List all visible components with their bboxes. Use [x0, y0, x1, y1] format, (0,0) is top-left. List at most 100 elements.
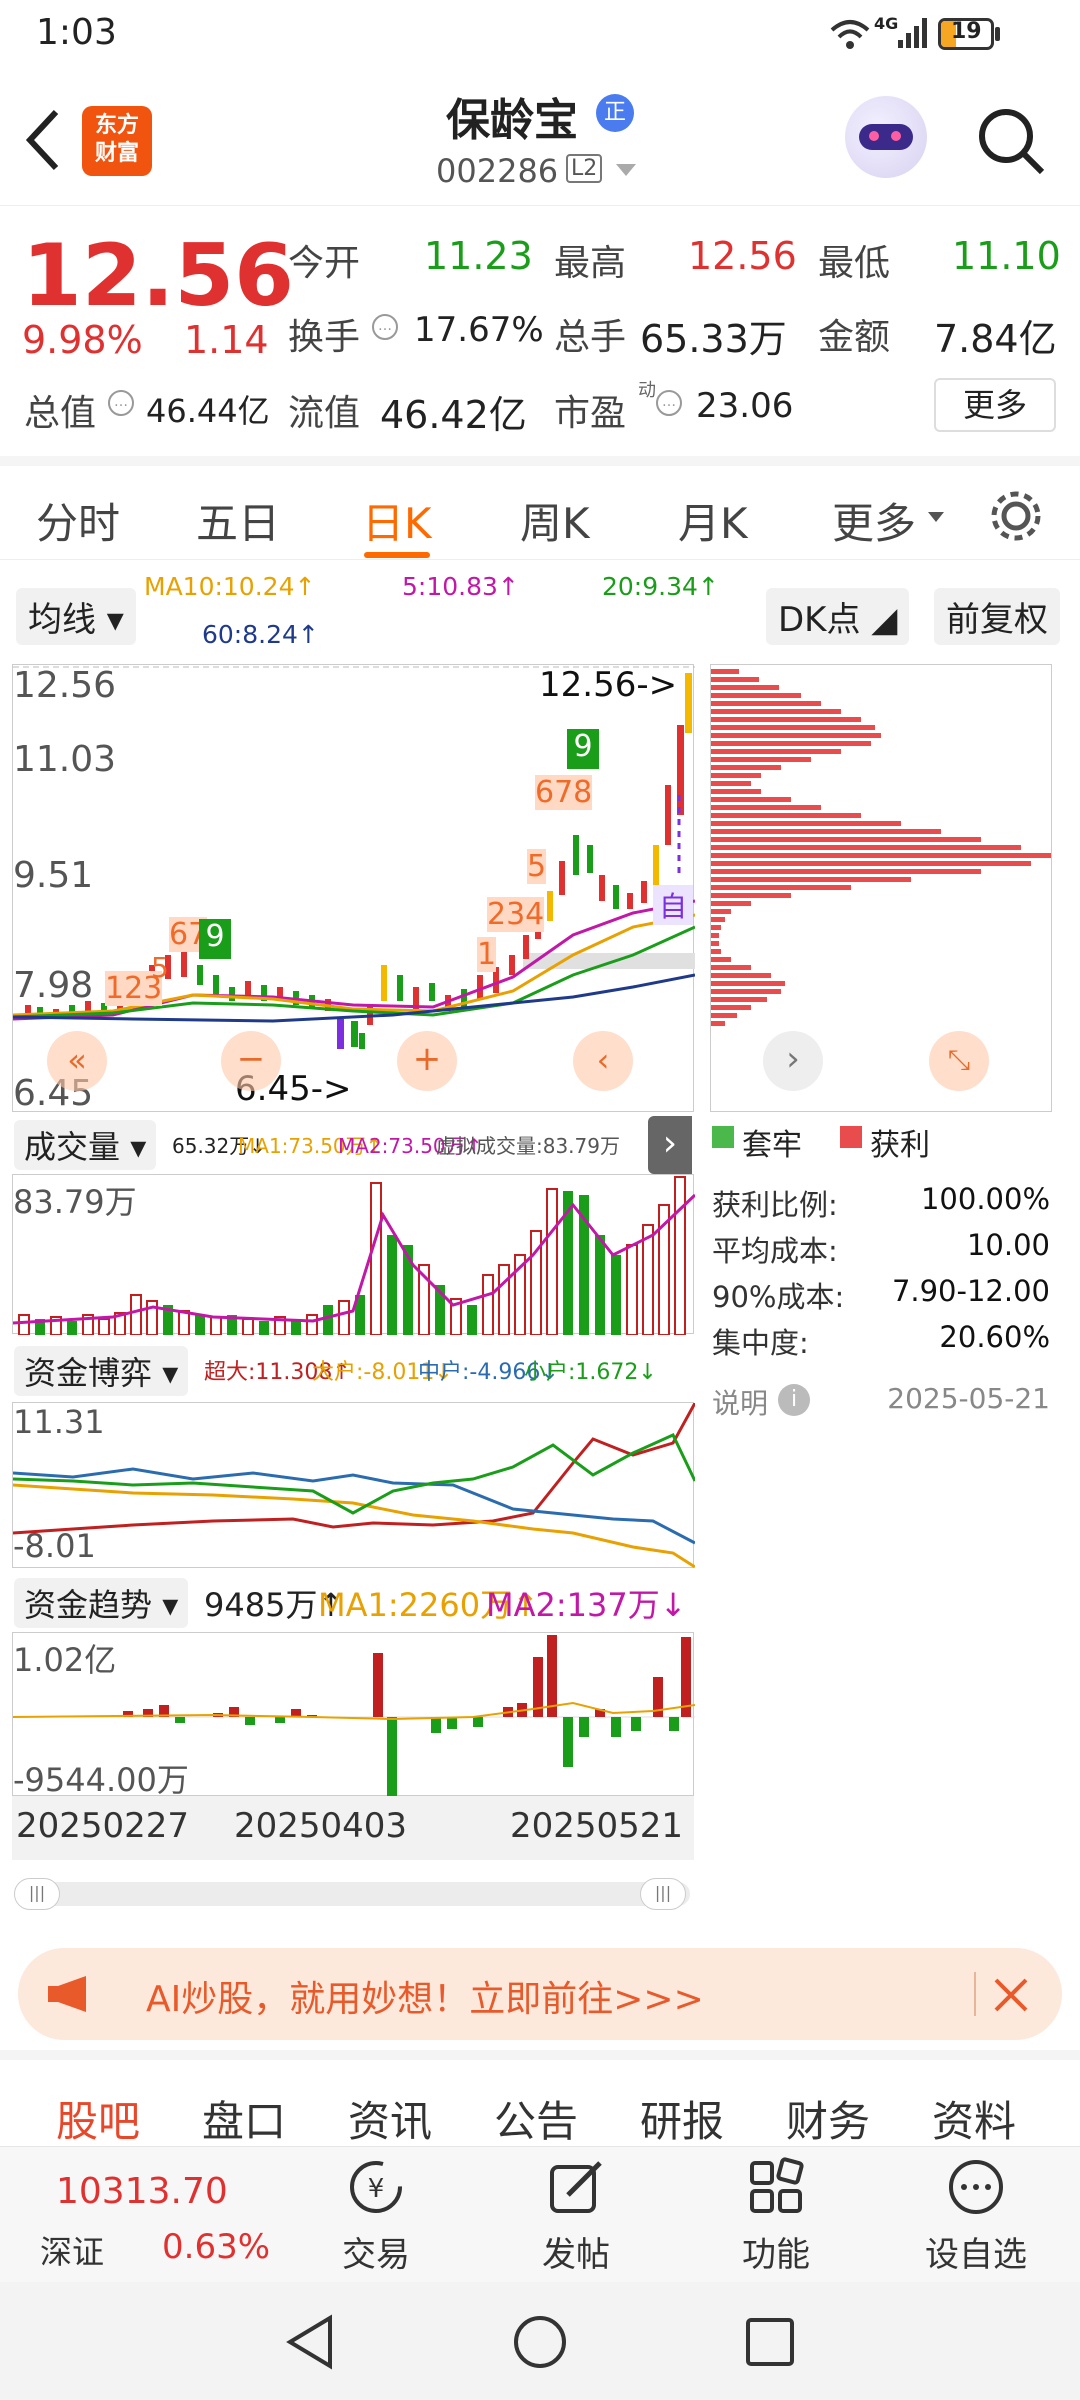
td-nine-marker: 9	[567, 729, 599, 769]
volume-label: 总手	[554, 317, 627, 358]
signal-icon	[898, 18, 927, 48]
chip-stat-value: 10.00	[966, 1228, 1050, 1262]
ma20-value: 20:9.34↑	[602, 572, 719, 601]
grid-icon	[750, 2157, 804, 2213]
bottom-toolbar: 10313.70 深证 0.63% ¥ 交易 发帖 功能 设自选	[0, 2146, 1080, 2282]
trade-button[interactable]: ¥ 交易	[316, 2157, 436, 2276]
kline-chart[interactable]: 12.56 11.03 9.51 7.98 6.45 12.56-> 6.45-…	[12, 664, 695, 1114]
index-name: 深证	[40, 2233, 105, 2271]
scroll-left-button[interactable]: ‹	[573, 1031, 633, 1091]
search-icon[interactable]	[976, 106, 1046, 176]
td-marker: 678	[535, 775, 593, 810]
banner-text[interactable]: AI炒股，就用妙想！立即前往>>>	[146, 1970, 704, 2022]
dropdown-icon[interactable]	[928, 512, 944, 524]
more-circle-icon	[949, 2160, 1003, 2214]
ma10-value: MA10:10.24↑	[144, 572, 316, 601]
chevron-right-icon[interactable]: ›	[763, 1031, 823, 1091]
index-ticker[interactable]: 10313.70 深证 0.63%	[0, 2147, 300, 2283]
settings-icon[interactable]	[988, 488, 1044, 544]
tab-financials[interactable]: 财务	[786, 2088, 870, 2149]
functions-button[interactable]: 功能	[716, 2157, 836, 2276]
chip-stat-value: 7.90-12.00	[891, 1274, 1050, 1308]
tab-daily-k[interactable]: 日K	[362, 490, 432, 551]
nav-home-icon[interactable]	[512, 2314, 568, 2370]
td-nine-marker: 9	[199, 919, 231, 959]
status-bar: 1:03 4G 19	[0, 0, 1080, 72]
tab-announcements[interactable]: 公告	[494, 2088, 578, 2149]
add-watchlist-button[interactable]: 设自选	[916, 2157, 1036, 2276]
nav-back-icon[interactable]	[284, 2314, 336, 2370]
info-icon[interactable]: i	[778, 1384, 810, 1416]
tab-more[interactable]: 更多	[832, 490, 916, 551]
y-axis-label: 9.51	[13, 855, 94, 896]
tab-profile[interactable]: 资料	[932, 2088, 1016, 2149]
float-value: 46.42亿	[380, 393, 527, 437]
fund-trend-y-top: 1.02亿	[13, 1641, 117, 1679]
medium-line	[13, 1467, 695, 1545]
fund-game-svg	[13, 1403, 695, 1569]
fund-trend-y-bottom: -9544.00万	[13, 1761, 189, 1799]
range-slider-track[interactable]	[14, 1882, 690, 1906]
battery-icon: 19	[938, 18, 994, 50]
edit-icon	[550, 2161, 602, 2213]
zoom-out-button[interactable]: −	[221, 1031, 281, 1091]
expand-side-panel-button[interactable]: ›	[648, 1116, 692, 1174]
pe-value: 23.06	[696, 386, 794, 426]
adjust-button[interactable]: 前复权	[934, 588, 1060, 645]
tab-weekly-k[interactable]: 周K	[520, 490, 590, 551]
chart-zone: 均线 ▾ MA10:10.24↑ 5:10.83↑ 20:9.34↑ 60:8.…	[0, 560, 1080, 1940]
ai-promo-banner[interactable]: AI炒股，就用妙想！立即前往>>>	[18, 1948, 1062, 2040]
mcap-value: 46.44亿	[146, 392, 270, 430]
volume-y-top: 83.79万	[13, 1183, 137, 1221]
ma-button[interactable]: 均线 ▾	[16, 588, 136, 645]
info-icon[interactable]: …	[372, 314, 398, 340]
app-logo[interactable]: 东方 财富	[82, 106, 152, 176]
fund-game-button[interactable]: 资金博弈 ▾	[14, 1346, 189, 1396]
fund-trend-chart[interactable]: 1.02亿 -9544.00万	[12, 1632, 695, 1799]
td-marker: 1	[477, 937, 497, 972]
volume-indicator-button[interactable]: 成交量 ▾	[14, 1120, 157, 1170]
fund-game-chart[interactable]: 11.31 -8.01	[12, 1402, 695, 1569]
tab-forum[interactable]: 股吧	[56, 2088, 140, 2149]
status-time: 1:03	[36, 12, 117, 53]
date-axis: 20250227 20250403 20250521	[12, 1796, 694, 1860]
tab-research[interactable]: 研报	[640, 2088, 724, 2149]
dropdown-icon[interactable]	[616, 164, 636, 178]
stock-code: 002286	[436, 152, 559, 190]
scroll-left-fast-button[interactable]: «	[47, 1031, 107, 1091]
ai-robot-avatar[interactable]	[845, 96, 927, 178]
more-button[interactable]: 更多	[934, 378, 1056, 432]
tab-intraday[interactable]: 分时	[36, 490, 120, 551]
chip-stat-value: 20.60%	[939, 1320, 1050, 1354]
chip-distribution-chart[interactable]: › ⤡	[710, 664, 1052, 1112]
back-icon[interactable]	[22, 108, 62, 172]
support-band	[523, 953, 695, 969]
date-label: 20250403	[234, 1806, 408, 1846]
expand-icon[interactable]: ⤡	[929, 1031, 989, 1091]
zoom-in-button[interactable]: +	[397, 1031, 457, 1091]
tab-monthly-k[interactable]: 月K	[678, 490, 748, 551]
nav-recents-icon[interactable]	[744, 2316, 796, 2368]
post-button[interactable]: 发帖	[516, 2157, 636, 2276]
level-badge[interactable]: L2	[566, 154, 603, 183]
period-tabs: 分时 五日 日K 周K 月K 更多	[0, 456, 1080, 560]
td-marker: 5	[151, 951, 169, 984]
fund-trend-button[interactable]: 资金趋势 ▾	[14, 1578, 189, 1628]
dk-point-button[interactable]: DK点 ◢	[766, 588, 910, 645]
explain-link[interactable]: 说明	[712, 1382, 768, 1422]
info-icon[interactable]: …	[656, 390, 682, 416]
tab-five-day[interactable]: 五日	[196, 490, 280, 551]
tab-orderbook[interactable]: 盘口	[202, 2088, 286, 2149]
close-icon[interactable]	[994, 1978, 1028, 2012]
info-icon[interactable]: …	[108, 390, 134, 416]
auto-tag[interactable]: 自	[653, 885, 693, 925]
range-handle-right[interactable]: |||	[640, 1878, 686, 1910]
tab-news[interactable]: 资讯	[348, 2088, 432, 2149]
range-handle-left[interactable]: |||	[14, 1878, 60, 1910]
verified-badge: 正	[596, 94, 634, 132]
legend-hold: 套牢	[742, 1128, 802, 1163]
amount-value: 7.84亿	[934, 317, 1057, 361]
volume-chart[interactable]: 83.79万	[12, 1174, 695, 1335]
td-marker: 5	[527, 849, 547, 884]
high-marker: 12.56->	[539, 665, 678, 705]
